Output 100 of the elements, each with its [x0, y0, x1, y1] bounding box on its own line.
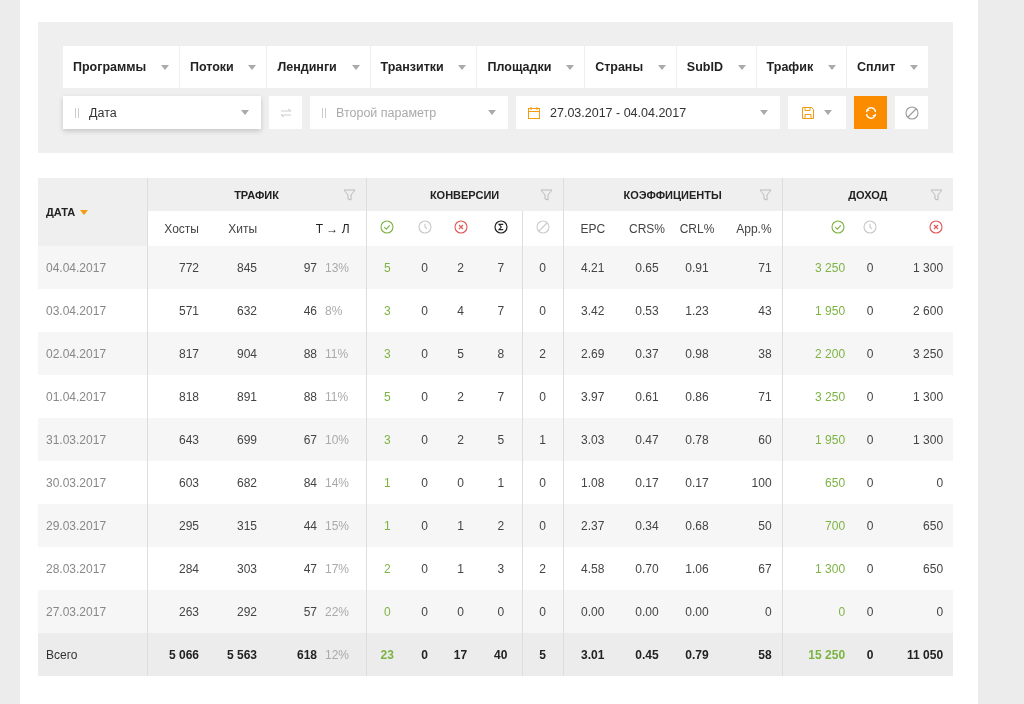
- reset-button[interactable]: [895, 96, 928, 129]
- table-cell: 263: [147, 590, 217, 633]
- cross-circle-icon: [453, 220, 468, 234]
- table-cell: 4: [441, 289, 481, 332]
- column-group-header: КОЭФФИЦИЕНТЫ: [563, 178, 783, 211]
- table-cell: 682: [217, 461, 275, 504]
- column-header: Хосты: [147, 211, 217, 246]
- table-cell: 7: [480, 289, 523, 332]
- table-cell: 0: [855, 289, 886, 332]
- filter-icon[interactable]: [539, 188, 553, 201]
- swap-icon: [279, 107, 292, 118]
- table-cell: 2.69: [563, 332, 623, 375]
- table-cell: 1: [366, 504, 409, 547]
- table-cell: 71: [722, 375, 783, 418]
- percent-cell: 22%: [325, 590, 367, 633]
- table-cell: 0.98: [672, 332, 723, 375]
- column-header: App.%: [722, 211, 783, 246]
- clock-icon: [863, 220, 878, 234]
- check-circle-icon: [380, 220, 395, 234]
- slash-circle-icon: [904, 105, 919, 120]
- table-cell: 2: [522, 332, 564, 375]
- caret-icon: [248, 64, 257, 70]
- caret-icon: [566, 64, 575, 70]
- table-cell: 650: [885, 504, 954, 547]
- caret-icon: [824, 110, 832, 115]
- table-cell: 50: [722, 504, 783, 547]
- table-cell: 7: [480, 375, 523, 418]
- table-cell: 44: [275, 504, 325, 547]
- table-cell: 60: [722, 418, 783, 461]
- table-cell: 100: [722, 461, 783, 504]
- table-cell: 0: [855, 246, 886, 289]
- table-cell: 0.37: [622, 332, 673, 375]
- table-cell: 0: [408, 590, 442, 633]
- table-cell: 292: [217, 590, 275, 633]
- table-cell: 3.01: [563, 633, 623, 676]
- filter-icon[interactable]: [930, 188, 944, 201]
- table-cell: 84: [275, 461, 325, 504]
- drag-handle-icon: [75, 107, 79, 118]
- cross-circle-icon: [929, 220, 944, 234]
- table-cell: 3: [366, 332, 409, 375]
- date-cell: 01.04.2017: [38, 375, 147, 418]
- table-cell: 0: [408, 246, 442, 289]
- table-cell: 0: [855, 461, 886, 504]
- date-cell: 04.04.2017: [38, 246, 147, 289]
- table-cell: 5 066: [147, 633, 217, 676]
- table-cell: 0: [855, 633, 886, 676]
- column-header: CRS%: [622, 211, 673, 246]
- table-cell: 0: [408, 461, 442, 504]
- table-cell: 3: [366, 418, 409, 461]
- table-cell: 2: [441, 418, 481, 461]
- caret-icon: [351, 64, 360, 70]
- percent-cell: 13%: [325, 246, 367, 289]
- save-button[interactable]: [788, 96, 846, 129]
- date-range-select[interactable]: 27.03.2017 - 04.04.2017: [516, 96, 780, 129]
- check-circle-icon: [831, 220, 846, 234]
- table-cell: 1: [441, 547, 481, 590]
- table-cell: 772: [147, 246, 217, 289]
- refresh-icon: [863, 105, 878, 120]
- table-cell: 0.47: [622, 418, 673, 461]
- table-cell: 1.23: [672, 289, 723, 332]
- filter-icon[interactable]: [758, 188, 772, 201]
- caret-icon: [488, 110, 496, 115]
- table-cell: 2 600: [885, 289, 954, 332]
- table-cell: 0.17: [672, 461, 723, 504]
- table-cell: 0: [480, 590, 523, 633]
- table-cell: 0: [855, 504, 886, 547]
- table-cell: 57: [275, 590, 325, 633]
- table-cell: 0: [722, 590, 783, 633]
- table-cell: 3 250: [782, 246, 856, 289]
- caret-icon: [827, 64, 836, 70]
- refresh-button[interactable]: [854, 96, 887, 129]
- table-cell: 0.17: [622, 461, 673, 504]
- table-cell: 0.34: [622, 504, 673, 547]
- column-header: CRL%: [672, 211, 723, 246]
- table-cell: 295: [147, 504, 217, 547]
- filter-icon[interactable]: [342, 188, 356, 201]
- table-cell: 0: [408, 504, 442, 547]
- table-cell: 650: [885, 547, 954, 590]
- sigma-icon: [493, 220, 508, 234]
- percent-cell: 12%: [325, 633, 367, 676]
- caret-icon: [760, 110, 768, 115]
- column-header[interactable]: ДАТА: [38, 178, 147, 246]
- column-header: Т → Л: [275, 211, 367, 246]
- table-cell: 817: [147, 332, 217, 375]
- swap-button[interactable]: [269, 96, 302, 129]
- table-cell: 0: [522, 246, 564, 289]
- table-cell: 5: [441, 332, 481, 375]
- table-cell: 618: [275, 633, 325, 676]
- date-cell: 30.03.2017: [38, 461, 147, 504]
- calendar-icon: [528, 106, 540, 119]
- column-header: EPC: [563, 211, 623, 246]
- date-cell: 29.03.2017: [38, 504, 147, 547]
- group-by-select[interactable]: Дата: [63, 96, 261, 129]
- percent-cell: 10%: [325, 418, 367, 461]
- table-cell: 0: [408, 633, 442, 676]
- table-cell: 38: [722, 332, 783, 375]
- table-cell: 0: [522, 504, 564, 547]
- caret-icon: [909, 64, 918, 70]
- column-header: Хиты: [217, 211, 275, 246]
- table-cell: 0: [408, 418, 442, 461]
